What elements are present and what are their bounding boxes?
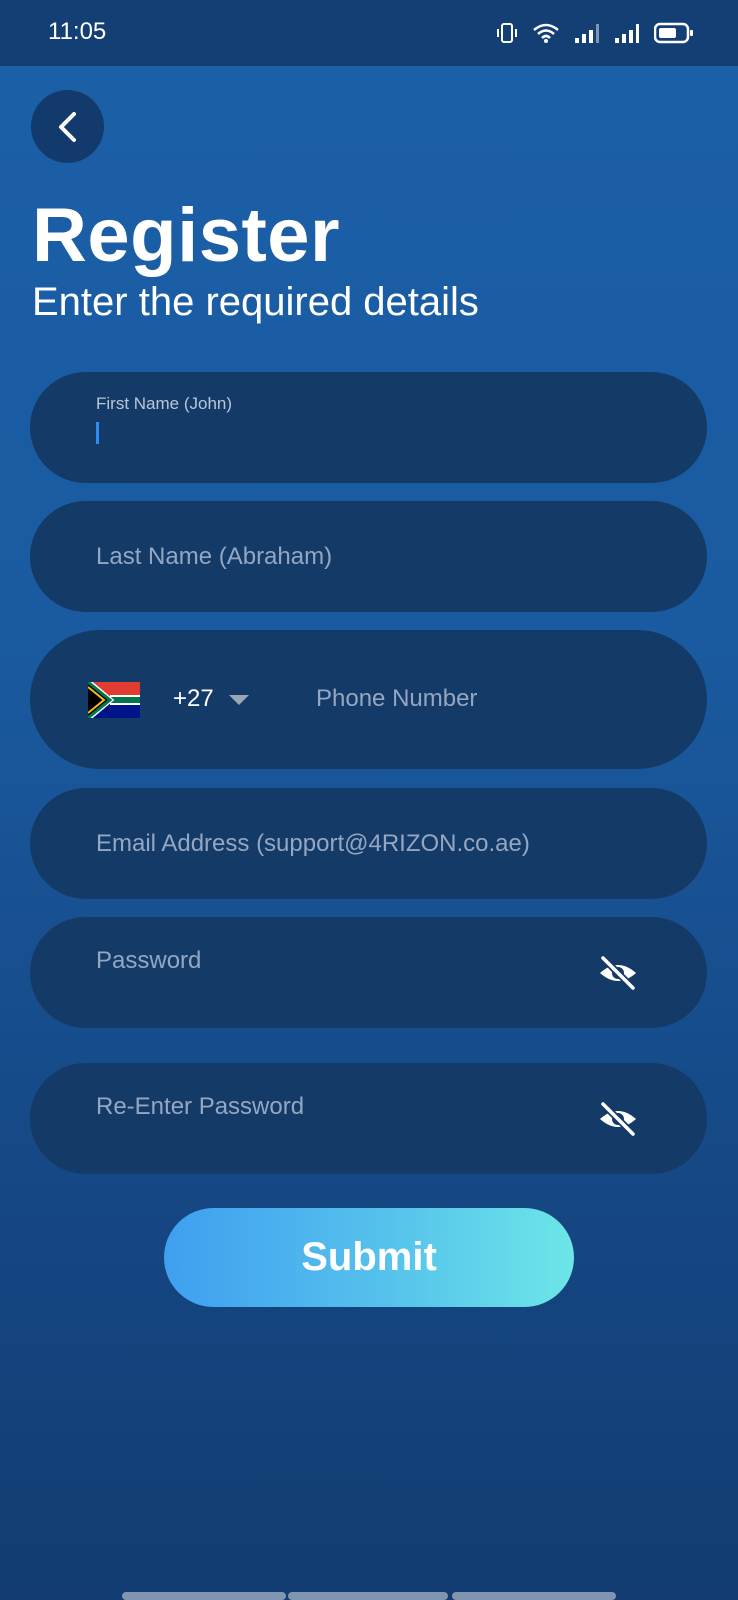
last-name-placeholder: Last Name (Abraham) bbox=[96, 543, 333, 570]
chevron-down-icon[interactable] bbox=[229, 695, 249, 705]
email-field[interactable]: Email Address (support@4RIZON.co.ae) bbox=[30, 788, 707, 899]
phone-placeholder: Phone Number bbox=[316, 685, 478, 712]
confirm-password-field[interactable]: Re-Enter Password bbox=[30, 1063, 707, 1174]
page-subtitle: Enter the required details bbox=[32, 280, 479, 324]
status-icons bbox=[496, 16, 694, 50]
first-name-label: First Name (John) bbox=[96, 394, 233, 413]
status-time: 11:05 bbox=[48, 18, 107, 45]
chevron-left-icon bbox=[58, 111, 76, 142]
first-name-field[interactable]: First Name (John) bbox=[30, 372, 707, 483]
phone-field[interactable]: +27 Phone Number bbox=[30, 630, 707, 769]
submit-button[interactable]: Submit bbox=[164, 1208, 574, 1307]
eye-off-icon[interactable] bbox=[597, 1101, 639, 1137]
text-cursor bbox=[96, 422, 99, 444]
signal-icon bbox=[615, 24, 639, 43]
password-field[interactable]: Password bbox=[30, 917, 707, 1028]
home-indicator bbox=[122, 1592, 286, 1600]
home-indicator bbox=[452, 1592, 616, 1600]
vibrate-icon bbox=[497, 23, 517, 43]
status-bar: 11:05 bbox=[0, 0, 738, 66]
dial-code[interactable]: +27 bbox=[173, 685, 214, 713]
wifi-icon bbox=[533, 23, 559, 43]
back-button[interactable] bbox=[31, 90, 104, 163]
last-name-field[interactable]: Last Name (Abraham) bbox=[30, 501, 707, 612]
email-placeholder: Email Address (support@4RIZON.co.ae) bbox=[96, 830, 530, 857]
home-indicator bbox=[288, 1592, 448, 1600]
south-africa-flag-icon[interactable] bbox=[88, 682, 140, 718]
eye-off-icon[interactable] bbox=[597, 955, 639, 991]
page-title: Register bbox=[32, 193, 341, 278]
battery-icon bbox=[654, 22, 693, 44]
confirm-password-placeholder: Re-Enter Password bbox=[96, 1093, 305, 1120]
signal-icon bbox=[575, 24, 599, 43]
password-placeholder: Password bbox=[96, 947, 202, 974]
